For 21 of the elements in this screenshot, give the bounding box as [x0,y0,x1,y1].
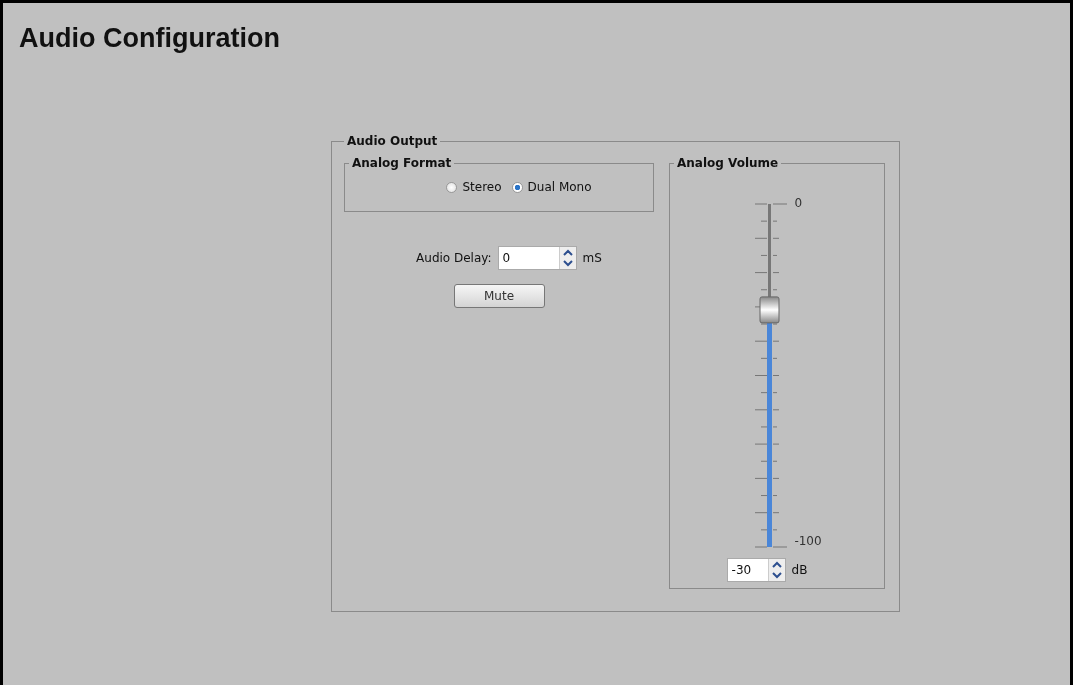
volume-spinner[interactable]: -30 [726,558,786,582]
radio-option[interactable]: Stereo [446,180,502,194]
radio-label: Dual Mono [527,180,592,194]
slider-thumb[interactable] [759,296,780,324]
unit-label: dB [791,563,808,577]
scale-label: -100 [794,534,822,548]
group-legend: Analog Format [349,156,455,170]
spinner-arrows-icon[interactable] [558,247,576,269]
unit-label: mS [582,251,602,265]
radio-label: Stereo [462,180,502,194]
mute-button[interactable]: Mute [453,284,545,308]
radio-button[interactable] [446,181,458,193]
radio-button[interactable] [511,181,523,193]
delay-spinner[interactable]: 0 [497,246,577,270]
group-legend: Audio Output [344,134,441,148]
radio-option[interactable]: Dual Mono [511,180,592,194]
scale-label: 0 [794,196,803,210]
page-title: Audio Configuration [18,22,281,54]
spinner-arrows-icon[interactable] [767,559,785,581]
field-label: Audio Delay: [416,251,492,265]
group-legend: Analog Volume [674,156,782,170]
